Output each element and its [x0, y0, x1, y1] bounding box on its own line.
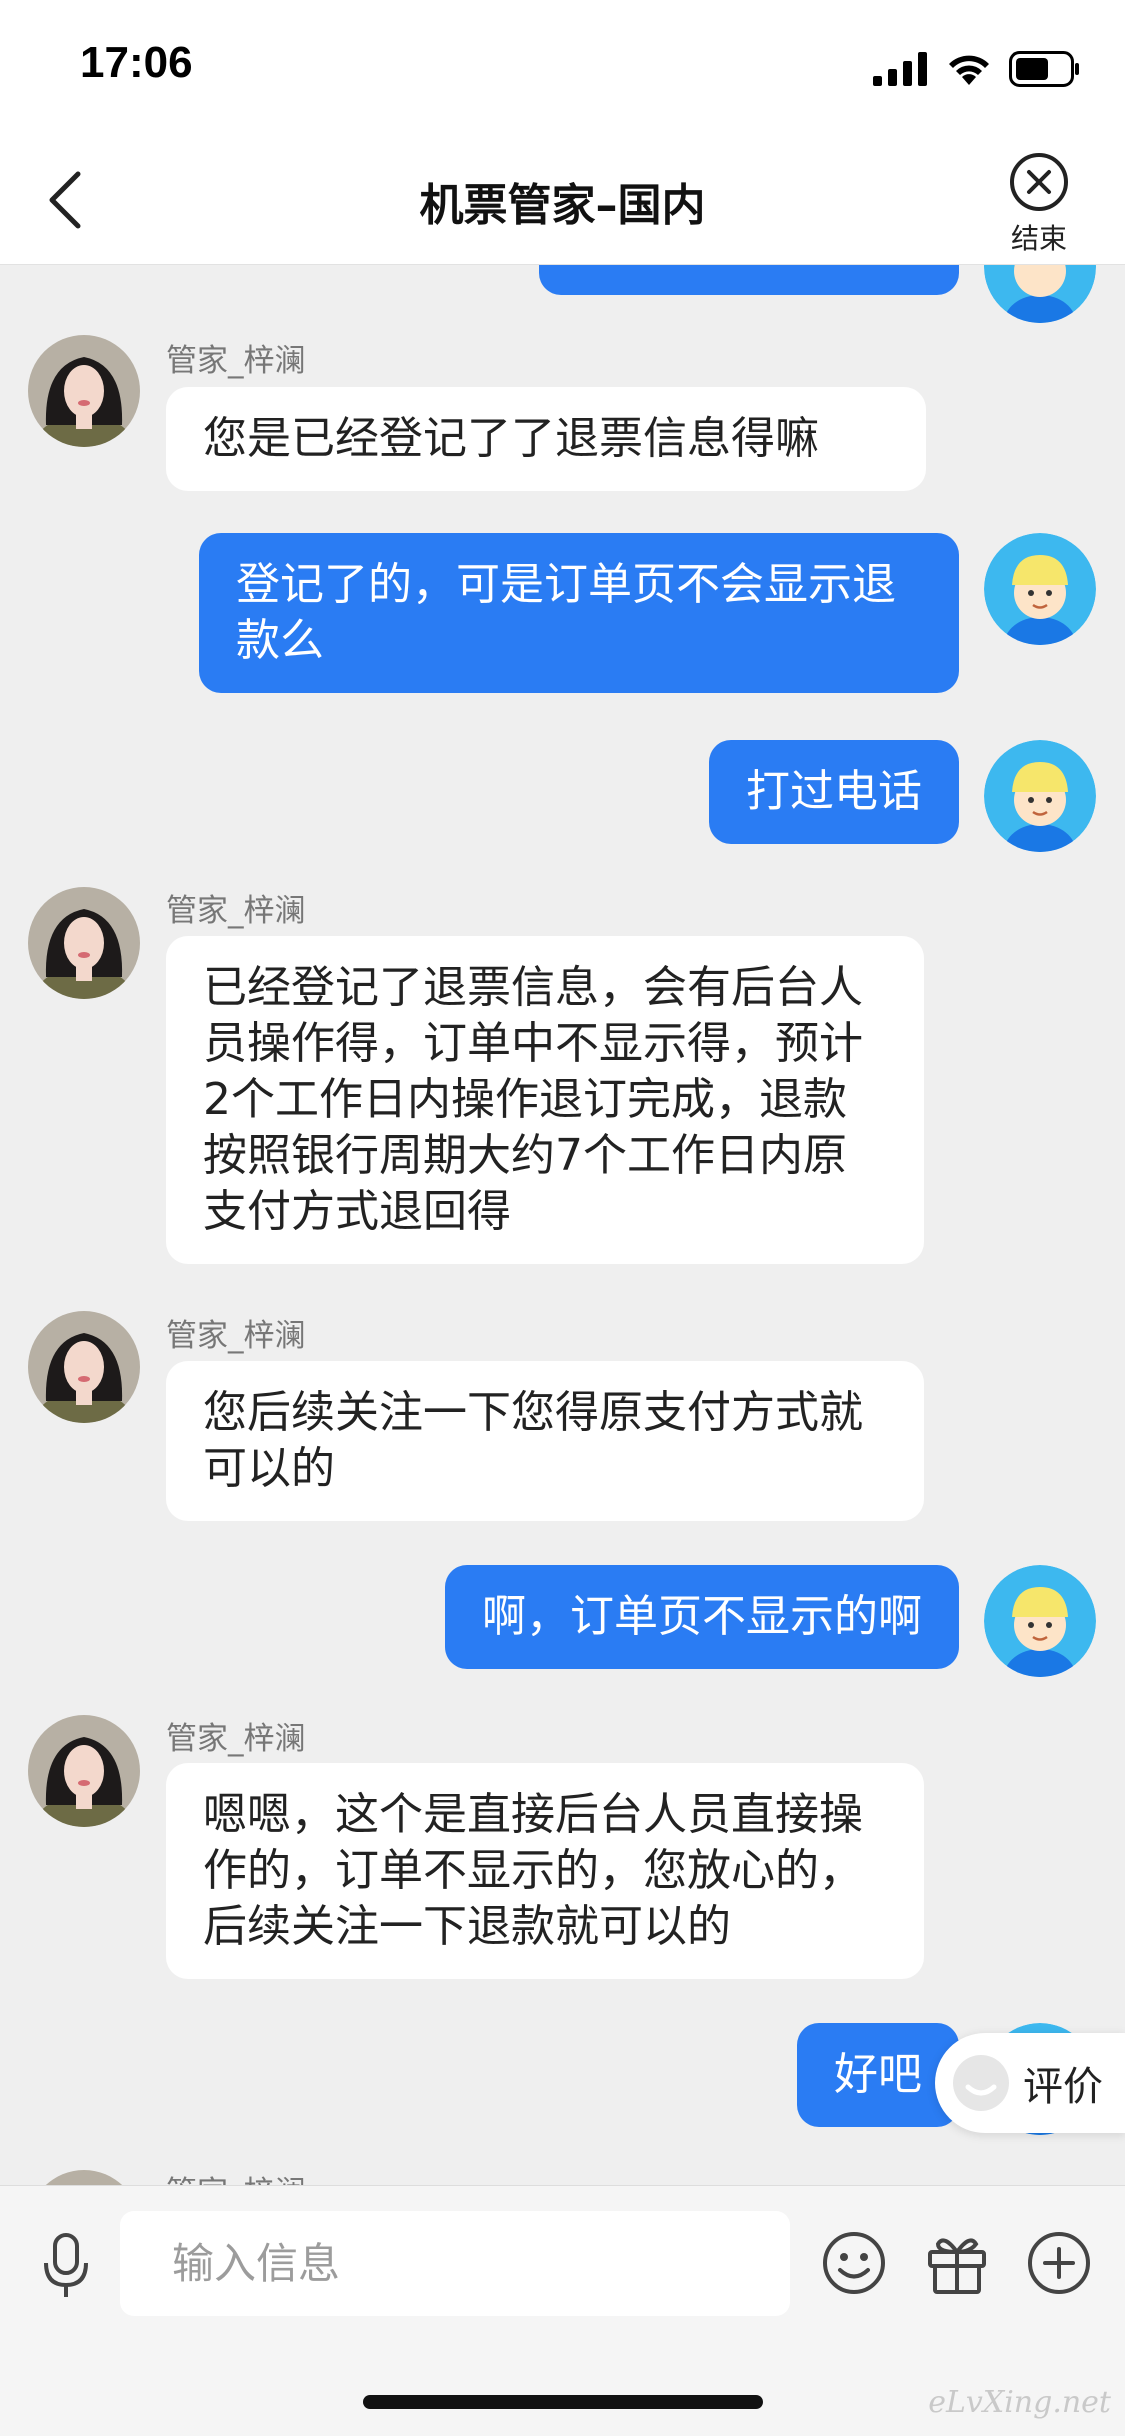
end-chat-label: 结束 — [1010, 222, 1067, 255]
smile-icon — [953, 2055, 1009, 2111]
message-bubble-out[interactable]: 登记了的，可是订单页不会显示退款么 — [199, 533, 959, 693]
message-input-field[interactable] — [172, 2211, 738, 2316]
message-bubble-in[interactable]: 您是已经登记了了退票信息得嘛 — [166, 387, 926, 491]
end-chat-button[interactable]: 结束 — [979, 151, 1099, 261]
home-indicator — [363, 2395, 763, 2409]
sender-name: 管家_梓澜 — [166, 2167, 306, 2185]
message-bubble-in[interactable]: 您后续关注一下您得原支付方式就可以的 — [166, 1361, 924, 1521]
user-avatar — [984, 533, 1096, 645]
message-bubble-out[interactable] — [539, 265, 959, 295]
user-avatar — [984, 740, 1096, 852]
message-input[interactable] — [120, 2211, 790, 2316]
sender-name: 管家_梓澜 — [166, 343, 306, 379]
agent-avatar — [28, 2170, 140, 2185]
battery-icon — [1009, 51, 1079, 87]
microphone-icon — [44, 2233, 88, 2297]
chat-messages[interactable]: 管家_梓澜 您是已经登记了了退票信息得嘛 登记了的，可是订单页不会显示退款么 打… — [0, 265, 1125, 2185]
rate-button[interactable]: 评价 — [935, 2033, 1125, 2133]
message-bubble-in[interactable]: 嗯嗯，这个是直接后台人员直接操作的，订单不显示的，您放心的，后续关注一下退款就可… — [166, 1763, 924, 1979]
agent-avatar — [28, 1715, 140, 1827]
sender-name: 管家_梓澜 — [166, 893, 306, 929]
user-avatar — [984, 265, 1096, 323]
agent-avatar — [28, 887, 140, 999]
sender-name: 管家_梓澜 — [166, 1721, 306, 1757]
navigation-bar: 机票管家–国内 结束 — [0, 135, 1125, 265]
wifi-icon — [949, 55, 989, 85]
status-icons — [873, 48, 1081, 90]
gift-icon — [928, 2238, 986, 2294]
message-bubble-in[interactable]: 已经登记了退票信息，会有后台人员操作得，订单中不显示得，预计2个工作日内操作退订… — [166, 936, 924, 1264]
gift-button[interactable] — [920, 2226, 994, 2300]
rate-label: 评价 — [1023, 2064, 1103, 2110]
user-avatar — [984, 1565, 1096, 1677]
emoji-button[interactable] — [817, 2226, 891, 2300]
status-bar: 17:06 — [0, 0, 1125, 135]
message-bubble-out[interactable]: 啊，订单页不显示的啊 — [445, 1565, 959, 1669]
voice-button[interactable] — [36, 2226, 96, 2306]
signal-icon — [873, 52, 927, 86]
watermark: eLvXing.net — [928, 2385, 1111, 2420]
close-circle-icon — [1010, 153, 1068, 211]
page-title: 机票管家–国内 — [419, 180, 706, 231]
add-button[interactable] — [1022, 2226, 1096, 2300]
plus-circle-icon — [1028, 2232, 1090, 2294]
agent-avatar — [28, 1311, 140, 1423]
message-bubble-out[interactable]: 打过电话 — [709, 740, 959, 844]
emoji-icon — [823, 2232, 885, 2294]
sender-name: 管家_梓澜 — [166, 1318, 306, 1354]
agent-avatar — [28, 335, 140, 447]
status-time: 17:06 — [80, 38, 193, 87]
